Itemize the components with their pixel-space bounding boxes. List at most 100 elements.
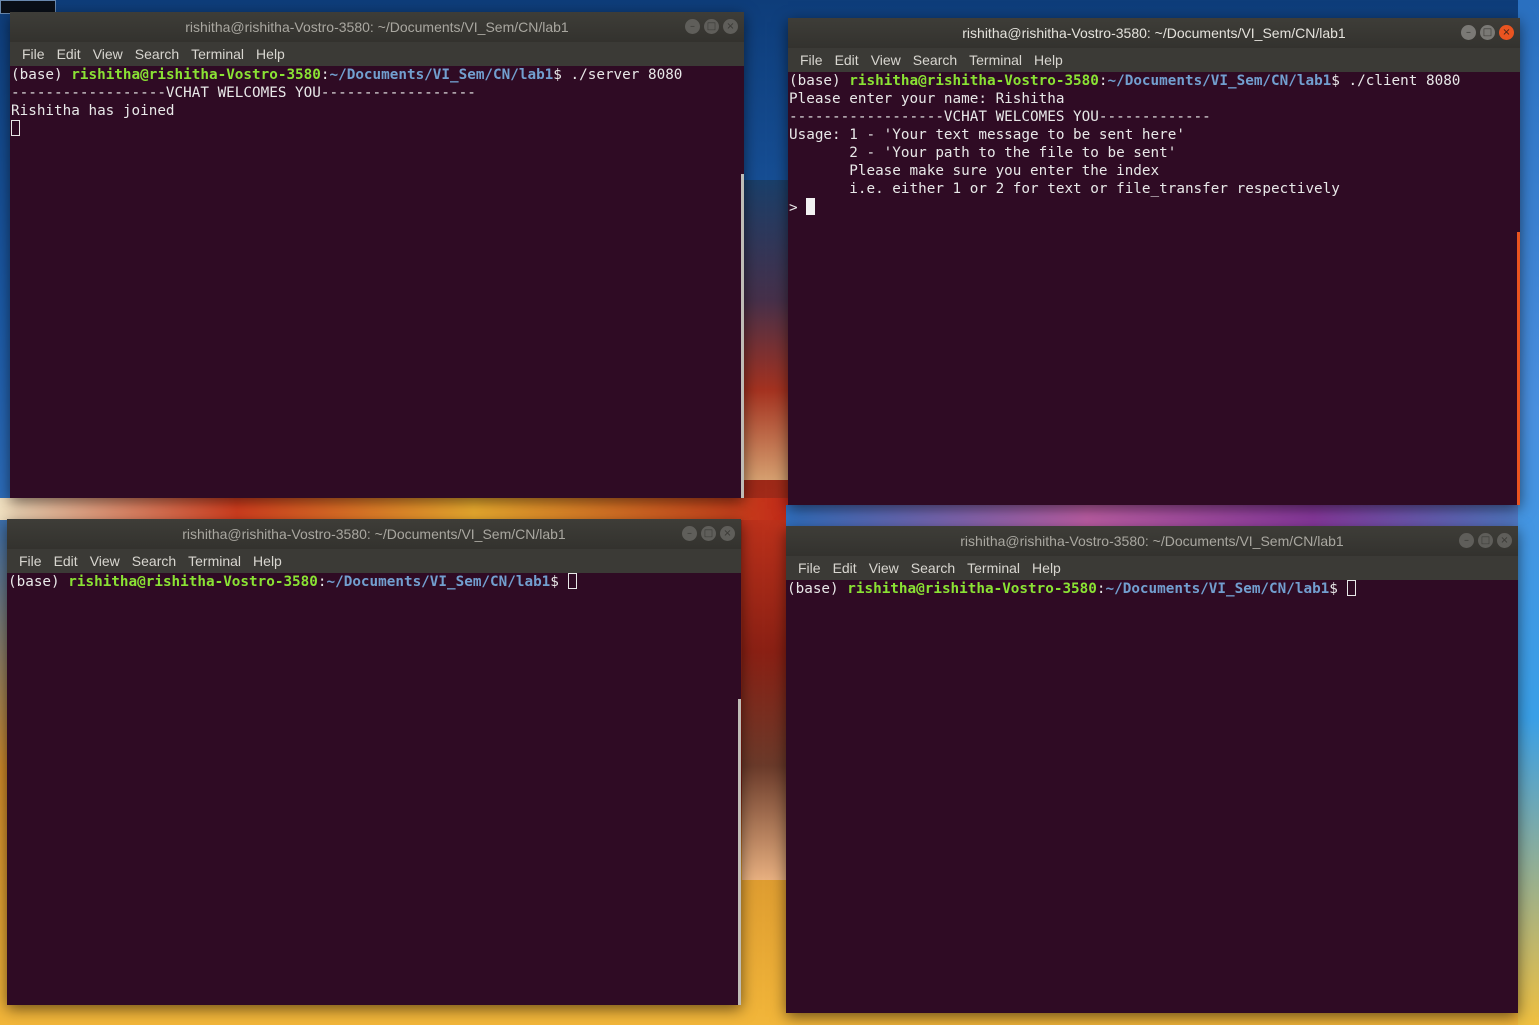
terminal-window-client[interactable]: rishitha@rishitha-Vostro-3580: ~/Documen… xyxy=(788,18,1520,505)
menu-file[interactable]: File xyxy=(792,560,827,576)
menu-help[interactable]: Help xyxy=(250,46,291,62)
scrollbar[interactable] xyxy=(741,174,744,498)
terminal-output[interactable]: (base) rishitha@rishitha-Vostro-3580:~/D… xyxy=(10,66,744,498)
minimize-button[interactable]: – xyxy=(682,526,697,541)
menu-terminal[interactable]: Terminal xyxy=(963,52,1028,68)
close-button[interactable]: × xyxy=(723,19,738,34)
menu-help[interactable]: Help xyxy=(1028,52,1069,68)
output-line: Please make sure you enter the index xyxy=(789,163,1160,179)
prompt-separator: : xyxy=(1096,581,1106,597)
minimize-button[interactable]: – xyxy=(1459,533,1474,548)
prompt-user: rishitha@rishitha-Vostro-3580 xyxy=(68,574,318,590)
conda-env: (base) xyxy=(789,73,850,89)
menu-view[interactable]: View xyxy=(865,52,907,68)
prompt-symbol: $ xyxy=(1329,581,1347,597)
output-line: i.e. either 1 or 2 for text or file_tran… xyxy=(789,181,1340,197)
input-line[interactable]: > xyxy=(789,198,1520,216)
wallpaper-strip xyxy=(0,498,790,520)
menu-search[interactable]: Search xyxy=(907,52,963,68)
menu-terminal[interactable]: Terminal xyxy=(185,46,250,62)
prompt-symbol: $ xyxy=(1331,73,1349,89)
output-line: ------------------VCHAT WELCOMES YOU----… xyxy=(789,109,1211,125)
menu-view[interactable]: View xyxy=(863,560,905,576)
text-cursor xyxy=(567,573,577,589)
prompt-separator: : xyxy=(320,67,330,83)
window-title: rishitha@rishitha-Vostro-3580: ~/Documen… xyxy=(185,19,569,35)
menu-help[interactable]: Help xyxy=(1026,560,1067,576)
menu-file[interactable]: File xyxy=(794,52,829,68)
prompt-user: rishitha@rishitha-Vostro-3580 xyxy=(71,67,321,83)
command-line: (base) rishitha@rishitha-Vostro-3580:~/D… xyxy=(789,72,1520,90)
menu-edit[interactable]: Edit xyxy=(829,52,865,68)
menu-bar: File Edit View Search Terminal Help xyxy=(10,42,744,66)
window-title: rishitha@rishitha-Vostro-3580: ~/Documen… xyxy=(960,533,1344,549)
window-title: rishitha@rishitha-Vostro-3580: ~/Documen… xyxy=(962,25,1346,41)
close-button[interactable]: × xyxy=(1499,25,1514,40)
window-title: rishitha@rishitha-Vostro-3580: ~/Documen… xyxy=(182,526,566,542)
menu-file[interactable]: File xyxy=(16,46,51,62)
menu-view[interactable]: View xyxy=(87,46,129,62)
command-line: (base) rishitha@rishitha-Vostro-3580:~/D… xyxy=(11,66,744,84)
minimize-button[interactable]: – xyxy=(685,19,700,34)
text-cursor xyxy=(11,120,20,136)
command-text: ./client 8080 xyxy=(1348,73,1461,89)
menu-terminal[interactable]: Terminal xyxy=(961,560,1026,576)
prompt-user: rishitha@rishitha-Vostro-3580 xyxy=(847,581,1097,597)
menu-edit[interactable]: Edit xyxy=(51,46,87,62)
menu-terminal[interactable]: Terminal xyxy=(182,553,247,569)
terminal-output[interactable]: (base) rishitha@rishitha-Vostro-3580:~/D… xyxy=(7,573,741,1005)
menu-edit[interactable]: Edit xyxy=(48,553,84,569)
prompt-path: ~/Documents/VI_Sem/CN/lab1 xyxy=(1105,581,1330,597)
maximize-button[interactable]: □ xyxy=(1478,533,1493,548)
output-line: ------------------VCHAT WELCOMES YOU----… xyxy=(11,85,476,101)
wallpaper-edge xyxy=(1518,0,1539,1025)
maximize-button[interactable]: □ xyxy=(701,526,716,541)
terminal-window-4[interactable]: rishitha@rishitha-Vostro-3580: ~/Documen… xyxy=(786,526,1518,1013)
terminal-output[interactable]: (base) rishitha@rishitha-Vostro-3580:~/D… xyxy=(786,580,1518,1013)
window-titlebar[interactable]: rishitha@rishitha-Vostro-3580: ~/Documen… xyxy=(10,12,744,42)
output-line: 2 - 'Your path to the file to be sent' xyxy=(789,145,1177,161)
prompt-path: ~/Documents/VI_Sem/CN/lab1 xyxy=(329,67,554,83)
scrollbar[interactable] xyxy=(1517,232,1520,505)
menu-file[interactable]: File xyxy=(13,553,48,569)
maximize-button[interactable]: □ xyxy=(704,19,719,34)
prompt-symbol: $ xyxy=(553,67,571,83)
window-titlebar[interactable]: rishitha@rishitha-Vostro-3580: ~/Documen… xyxy=(786,526,1518,556)
prompt-symbol: $ xyxy=(550,574,568,590)
close-button[interactable]: × xyxy=(1497,533,1512,548)
menu-search[interactable]: Search xyxy=(905,560,961,576)
conda-env: (base) xyxy=(787,581,848,597)
menu-search[interactable]: Search xyxy=(129,46,185,62)
terminal-window-server[interactable]: rishitha@rishitha-Vostro-3580: ~/Documen… xyxy=(10,12,744,498)
prompt-path: ~/Documents/VI_Sem/CN/lab1 xyxy=(1107,73,1332,89)
text-cursor xyxy=(1346,580,1356,596)
output-line: Please enter your name: Rishitha xyxy=(789,91,1065,107)
window-titlebar[interactable]: rishitha@rishitha-Vostro-3580: ~/Documen… xyxy=(788,18,1520,48)
command-line: (base) rishitha@rishitha-Vostro-3580:~/D… xyxy=(8,573,741,591)
minimize-button[interactable]: – xyxy=(1461,25,1476,40)
wallpaper-character-body xyxy=(742,500,788,880)
prompt-user: rishitha@rishitha-Vostro-3580 xyxy=(849,73,1099,89)
command-text: ./server 8080 xyxy=(570,67,683,83)
wallpaper-strip-right xyxy=(786,505,1539,527)
scrollbar[interactable] xyxy=(738,699,741,1005)
maximize-button[interactable]: □ xyxy=(1480,25,1495,40)
menu-view[interactable]: View xyxy=(84,553,126,569)
menu-help[interactable]: Help xyxy=(247,553,288,569)
command-line: (base) rishitha@rishitha-Vostro-3580:~/D… xyxy=(787,580,1518,598)
wallpaper-character xyxy=(742,180,788,480)
conda-env: (base) xyxy=(8,574,69,590)
menu-bar: File Edit View Search Terminal Help xyxy=(788,48,1520,72)
cursor-line xyxy=(11,120,744,138)
output-line: Rishitha has joined xyxy=(11,103,175,119)
terminal-output[interactable]: (base) rishitha@rishitha-Vostro-3580:~/D… xyxy=(788,72,1520,505)
terminal-window-3[interactable]: rishitha@rishitha-Vostro-3580: ~/Documen… xyxy=(7,519,741,1005)
input-prompt: > xyxy=(789,200,807,216)
close-button[interactable]: × xyxy=(720,526,735,541)
menu-edit[interactable]: Edit xyxy=(827,560,863,576)
menu-bar: File Edit View Search Terminal Help xyxy=(786,556,1518,580)
menu-search[interactable]: Search xyxy=(126,553,182,569)
window-titlebar[interactable]: rishitha@rishitha-Vostro-3580: ~/Documen… xyxy=(7,519,741,549)
prompt-separator: : xyxy=(1098,73,1108,89)
output-line: Usage: 1 - 'Your text message to be sent… xyxy=(789,127,1185,143)
